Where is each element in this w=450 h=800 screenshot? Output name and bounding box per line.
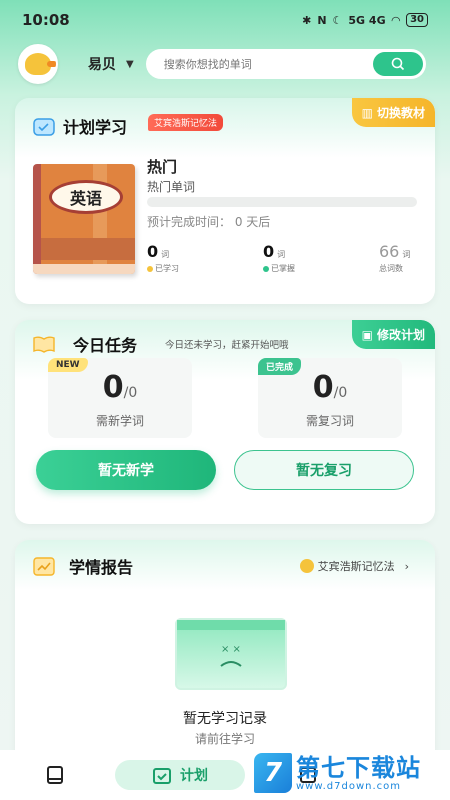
svg-text:× ×: × × bbox=[221, 644, 241, 655]
watermark: 7 第七下载站 www.d7down.com bbox=[254, 750, 444, 796]
stat-value: 0 bbox=[147, 242, 159, 261]
watermark-url: www.d7down.com bbox=[296, 780, 402, 792]
review-words-box: 已完成 0/0 需复习词 bbox=[258, 358, 402, 438]
task-subtitle: 今日还未学习，赶紧开始吧哦 bbox=[165, 340, 289, 351]
username[interactable]: 易贝 bbox=[88, 54, 116, 74]
sad-face-icon: × × bbox=[177, 620, 285, 667]
search-button[interactable] bbox=[372, 52, 423, 76]
status-icons: ✱ N ☾ 5G 4G ◠ 30 bbox=[302, 13, 428, 27]
cover-band bbox=[41, 238, 135, 260]
learn-new-button[interactable]: 暂无新学 bbox=[36, 450, 216, 490]
task-title: 今日任务 bbox=[33, 332, 137, 356]
stat-label: 已掌握 bbox=[271, 264, 295, 273]
task-card: 今日任务 今日还未学习，赶紧开始吧哦 ▣ 修改计划 NEW 0/0 需新学词 已… bbox=[15, 320, 435, 524]
watermark-title: 第七下载站 bbox=[296, 753, 421, 782]
method-link[interactable]: 艾宾浩斯记忆法 › bbox=[299, 558, 409, 574]
wifi-icon: ◠ bbox=[391, 13, 401, 27]
duck-avatar-icon bbox=[25, 53, 56, 75]
network-label: 5G 4G bbox=[348, 13, 386, 27]
stat-unit: 词 bbox=[277, 250, 286, 259]
review-words-count: 0/0 bbox=[258, 370, 402, 405]
book-tab-icon bbox=[47, 766, 63, 784]
open-book-icon bbox=[33, 336, 55, 353]
stat-unit: 词 bbox=[402, 250, 411, 259]
new-words-count: 0/0 bbox=[48, 370, 192, 405]
battery-icon: 30 bbox=[406, 13, 428, 27]
empty-window-illustration: × × bbox=[175, 618, 287, 690]
yellow-dot-icon bbox=[147, 265, 153, 272]
moon-icon: ☾ bbox=[332, 13, 343, 27]
book-icon: ▥ bbox=[361, 105, 373, 120]
book-cover-title: 英语 bbox=[49, 180, 123, 214]
avatar[interactable] bbox=[18, 44, 58, 84]
search-bar[interactable] bbox=[145, 49, 426, 79]
green-dot-icon bbox=[263, 265, 269, 272]
calendar-icon bbox=[33, 118, 55, 136]
stat-mastered: 0词 已掌握 bbox=[263, 242, 295, 274]
tab-plan-label: 计划 bbox=[180, 768, 208, 784]
status-bar: 10:08 ✱ N ☾ 5G 4G ◠ 30 bbox=[0, 0, 450, 40]
tab-plan[interactable]: 计划 bbox=[115, 760, 245, 790]
empty-subtitle[interactable]: 请前往学习 bbox=[15, 730, 435, 747]
chevron-right-icon: › bbox=[404, 559, 409, 573]
task-title-text: 今日任务 bbox=[73, 336, 138, 355]
method-link-text: 艾宾浩斯记忆法 bbox=[317, 560, 395, 573]
stat-total: 66 词 总词数 bbox=[379, 242, 410, 274]
book-cover[interactable]: 英语 bbox=[33, 164, 135, 274]
switch-textbook-button[interactable]: ▥ 切换教材 bbox=[351, 98, 435, 127]
stat-label: 已学习 bbox=[155, 264, 179, 273]
plan-card: 计划学习 艾宾浩斯记忆法 ▥ 切换教材 英语 热门 热门单词 预计完成时间： 0… bbox=[15, 98, 435, 304]
new-words-label: 需新学词 bbox=[95, 414, 144, 428]
new-count-total: /0 bbox=[123, 385, 138, 401]
report-title-text: 学情报告 bbox=[69, 558, 134, 577]
edit-plan-label: 修改计划 bbox=[376, 328, 425, 342]
stat-value: 0 bbox=[263, 242, 275, 261]
new-count-value: 0 bbox=[102, 370, 124, 405]
stat-value: 66 bbox=[379, 242, 400, 261]
method-tag: 艾宾浩斯记忆法 bbox=[148, 114, 224, 131]
book-subtitle: 热门单词 bbox=[147, 180, 196, 194]
progress-bar bbox=[147, 197, 417, 207]
stat-label: 总词数 bbox=[379, 264, 403, 273]
eta-text: 预计完成时间： 0 天后 bbox=[147, 215, 271, 229]
bluetooth-icon: ✱ bbox=[302, 13, 312, 27]
stat-unit: 词 bbox=[161, 250, 170, 259]
cover-base bbox=[33, 264, 135, 274]
status-time: 10:08 bbox=[22, 11, 70, 29]
review-words-label: 需复习词 bbox=[305, 414, 354, 428]
review-count-value: 0 bbox=[312, 370, 334, 405]
chart-report-icon bbox=[33, 557, 55, 576]
empty-title: 暂无学习记录 bbox=[183, 711, 267, 727]
plan-title: 计划学习 bbox=[33, 114, 127, 138]
book-name: 热门 bbox=[147, 158, 178, 176]
search-input[interactable] bbox=[163, 57, 364, 71]
tab-home[interactable] bbox=[40, 760, 70, 790]
review-count-total: /0 bbox=[333, 385, 348, 401]
switch-textbook-label: 切换教材 bbox=[376, 106, 425, 120]
brain-icon bbox=[299, 559, 314, 573]
review-button[interactable]: 暂无复习 bbox=[234, 450, 414, 490]
edit-calendar-icon: ▣ bbox=[361, 327, 373, 342]
chevron-down-icon[interactable]: ▼ bbox=[126, 59, 134, 70]
watermark-text: 第七下载站 www.d7down.com bbox=[296, 755, 421, 792]
report-card: 学情报告 艾宾浩斯记忆法 › × × 暂无学习记录 请前往学习 bbox=[15, 540, 435, 770]
top-bar: 易贝 ▼ bbox=[18, 42, 432, 86]
edit-plan-button[interactable]: ▣ 修改计划 bbox=[351, 320, 435, 349]
new-words-box: NEW 0/0 需新学词 bbox=[48, 358, 192, 438]
search-icon bbox=[391, 57, 404, 71]
watermark-logo: 7 bbox=[254, 753, 292, 793]
report-title: 学情报告 bbox=[33, 554, 133, 578]
stat-learned: 0词 已学习 bbox=[147, 242, 179, 274]
plan-title-text: 计划学习 bbox=[63, 118, 128, 137]
calendar-tab-icon bbox=[153, 768, 171, 784]
nfc-icon: N bbox=[317, 13, 327, 27]
